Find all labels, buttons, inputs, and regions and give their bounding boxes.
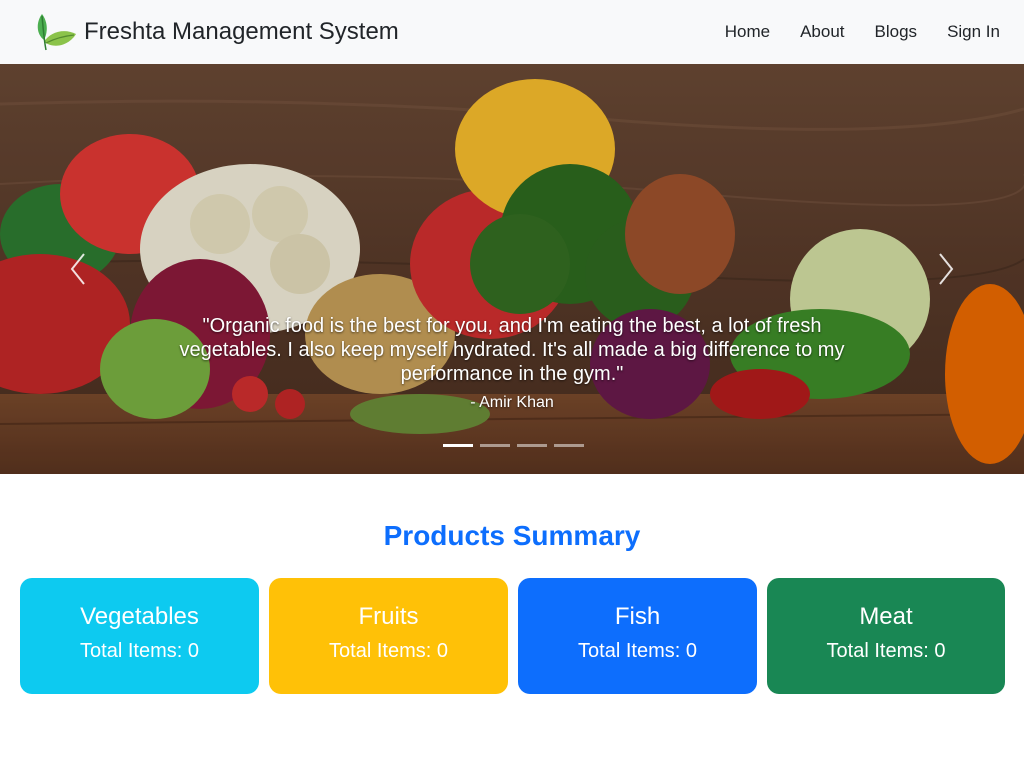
card-count: Total Items: 0 (578, 640, 697, 662)
card-title: Fruits (358, 603, 419, 630)
carousel-indicator-4[interactable] (554, 444, 584, 447)
carousel-next-button[interactable] (926, 246, 966, 292)
carousel-prev-button[interactable] (58, 246, 98, 292)
nav-link-blogs[interactable]: Blogs (875, 22, 918, 42)
summary-cards: Vegetables Total Items: 0 Fruits Total I… (20, 578, 1005, 694)
card-count: Total Items: 0 (826, 640, 946, 662)
nav-links: Home About Blogs Sign In (695, 0, 1000, 64)
leaf-logo-icon (37, 14, 76, 51)
carousel-indicator-1[interactable] (443, 444, 473, 447)
testimonial-quote: "Organic food is the best for you, and I… (179, 315, 845, 385)
chevron-right-icon (939, 253, 954, 285)
card-meat: Meat Total Items: 0 (767, 578, 1005, 694)
card-vegetables: Vegetables Total Items: 0 (20, 578, 259, 694)
testimonial-author: - Amir Khan (470, 394, 554, 411)
hero-carousel: "Organic food is the best for you, and I… (0, 64, 1024, 474)
carousel-indicator-2[interactable] (480, 444, 510, 447)
carousel-caption: "Organic food is the best for you, and I… (170, 314, 854, 412)
card-fruits: Fruits Total Items: 0 (269, 578, 508, 694)
vegetables-hero-image (0, 64, 1024, 474)
products-summary-title: Products Summary (383, 520, 641, 551)
chevron-left-icon (70, 253, 85, 285)
brand-title: Freshta Management System (84, 18, 399, 45)
nav-link-about[interactable]: About (800, 22, 844, 42)
navbar: Freshta Management System Home About Blo… (0, 0, 1024, 64)
nav-link-home[interactable]: Home (725, 22, 770, 42)
card-title: Meat (859, 603, 913, 630)
card-title: Fish (614, 603, 661, 630)
card-title: Vegetables (80, 603, 199, 630)
card-count: Total Items: 0 (329, 640, 448, 662)
card-count: Total Items: 0 (80, 640, 199, 662)
card-fish: Fish Total Items: 0 (518, 578, 757, 694)
carousel-indicators (443, 444, 591, 447)
nav-link-sign-in[interactable]: Sign In (947, 22, 1000, 42)
carousel-indicator-3[interactable] (517, 444, 547, 447)
brand[interactable]: Freshta Management System (34, 12, 399, 52)
